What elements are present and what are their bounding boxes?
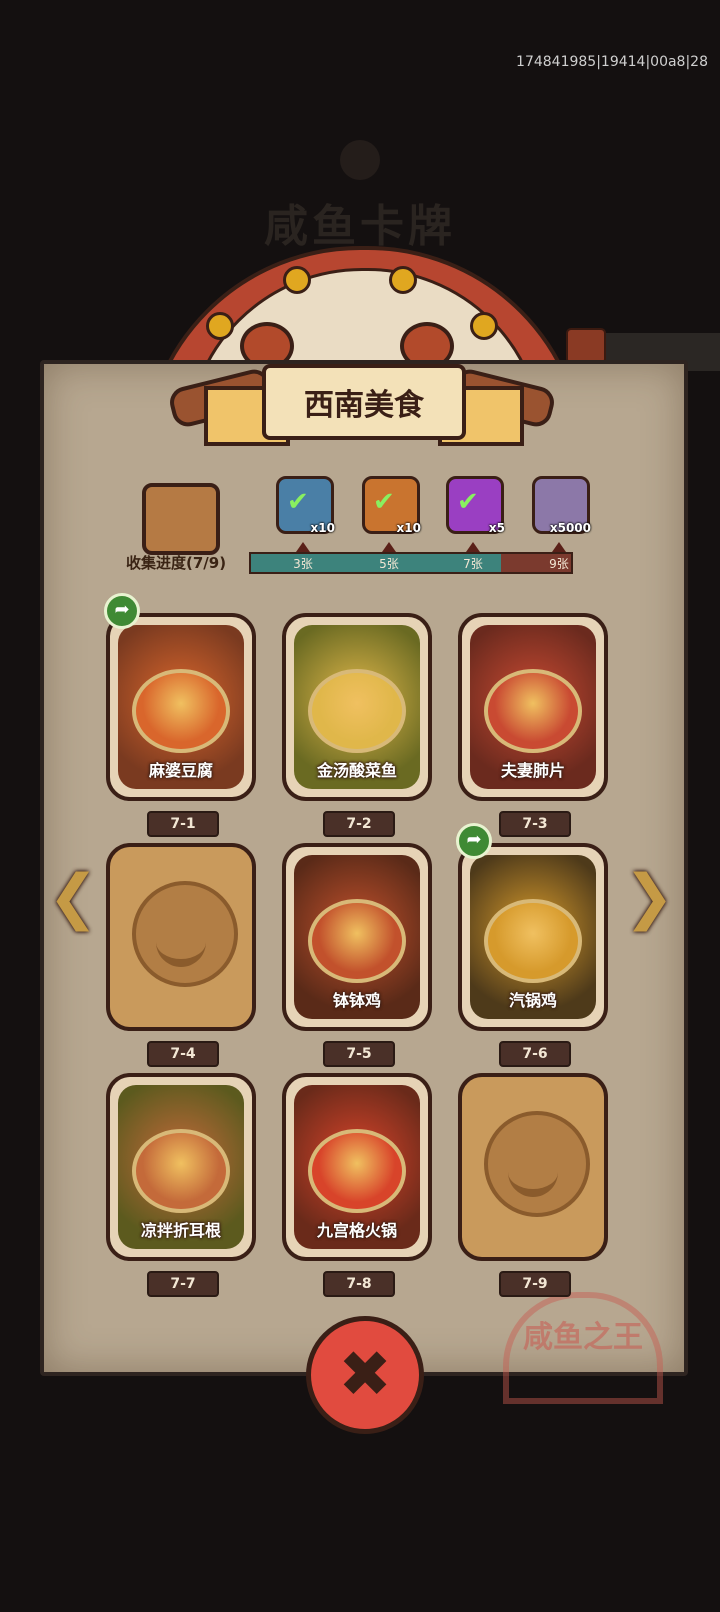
locked-card[interactable] bbox=[458, 1073, 608, 1261]
next-page-arrow[interactable]: ❯ bbox=[624, 862, 674, 932]
close-button[interactable]: ✖ bbox=[306, 1316, 424, 1434]
card-number: 7-6 bbox=[499, 1041, 571, 1067]
collection-book-icon bbox=[142, 483, 220, 555]
dish-name: 钵钵鸡 bbox=[332, 991, 381, 1010]
prev-page-arrow[interactable]: ❮ bbox=[48, 862, 98, 932]
stud-icon bbox=[283, 266, 311, 294]
food-card[interactable]: 汽锅鸡 bbox=[458, 843, 608, 1031]
milestone-label: 7张 bbox=[463, 557, 483, 571]
debug-id-text: 174841985|19414|00a8|28 bbox=[516, 54, 708, 70]
locked-card[interactable] bbox=[106, 843, 256, 1031]
stud-icon bbox=[470, 312, 498, 340]
dish-name: 汽锅鸡 bbox=[508, 991, 557, 1010]
reward-quantity: x5 bbox=[488, 521, 505, 535]
dish-bowl-icon bbox=[484, 669, 582, 753]
check-icon: ✔ bbox=[457, 487, 479, 517]
reward-crystal-icon[interactable]: x5000 bbox=[532, 476, 591, 535]
card-number: 7-7 bbox=[147, 1271, 219, 1297]
dish-name: 凉拌折耳根 bbox=[140, 1221, 221, 1240]
card-number: 7-8 bbox=[323, 1271, 395, 1297]
food-card[interactable]: 九宫格火锅 bbox=[282, 1073, 432, 1261]
food-card[interactable]: 夫妻肺片 bbox=[458, 613, 608, 801]
card-number: 7-1 bbox=[147, 811, 219, 837]
milestone-label: 9张 bbox=[549, 557, 569, 571]
food-card[interactable]: 凉拌折耳根 bbox=[106, 1073, 256, 1261]
reward-ticket-icon[interactable]: ✔ x10 bbox=[362, 476, 421, 535]
dish-bowl-icon bbox=[308, 899, 406, 983]
dish-name: 金汤酸菜鱼 bbox=[316, 761, 397, 780]
mascot-silhouette-icon bbox=[340, 140, 380, 180]
dish-bowl-icon bbox=[132, 1129, 230, 1213]
dish-bowl-icon bbox=[308, 1129, 406, 1213]
card-number: 7-3 bbox=[499, 811, 571, 837]
card-number: 7-5 bbox=[323, 1041, 395, 1067]
dish-name: 九宫格火锅 bbox=[316, 1221, 397, 1240]
collection-title: 西南美食 bbox=[262, 364, 466, 440]
chest-icon[interactable] bbox=[566, 328, 606, 364]
share-icon[interactable]: ➦ bbox=[456, 823, 492, 859]
milestone-label: 3张 bbox=[293, 557, 313, 571]
milestone-label: 5张 bbox=[379, 557, 399, 571]
card-number: 7-2 bbox=[323, 811, 395, 837]
milestone-marker bbox=[296, 542, 310, 552]
food-card[interactable]: 麻婆豆腐 bbox=[106, 613, 256, 801]
reward-orb-icon[interactable]: ✔ x5 bbox=[446, 476, 505, 535]
share-icon[interactable]: ➦ bbox=[104, 593, 140, 629]
collection-progress-label: 收集进度(7/9) bbox=[126, 554, 227, 572]
reward-chest-icon[interactable]: ✔ x10 bbox=[276, 476, 335, 535]
dish-bowl-icon bbox=[308, 669, 406, 753]
card-number: 7-9 bbox=[499, 1271, 571, 1297]
stud-icon bbox=[206, 312, 234, 340]
dish-bowl-icon bbox=[484, 899, 582, 983]
milestone-marker bbox=[382, 542, 396, 552]
milestone-marker bbox=[466, 542, 480, 552]
background-title: 咸鱼卡牌 bbox=[264, 201, 456, 252]
reward-quantity: x10 bbox=[310, 521, 335, 535]
food-card[interactable]: 金汤酸菜鱼 bbox=[282, 613, 432, 801]
dish-name: 麻婆豆腐 bbox=[148, 761, 213, 780]
stud-icon bbox=[389, 266, 417, 294]
dish-name: 夫妻肺片 bbox=[500, 761, 565, 780]
food-card[interactable]: 钵钵鸡 bbox=[282, 843, 432, 1031]
reward-quantity: x10 bbox=[396, 521, 421, 535]
dish-bowl-icon bbox=[132, 669, 230, 753]
card-number: 7-4 bbox=[147, 1041, 219, 1067]
milestone-marker bbox=[552, 542, 566, 552]
check-icon: ✔ bbox=[373, 487, 395, 517]
reward-quantity: x5000 bbox=[549, 521, 591, 535]
check-icon: ✔ bbox=[287, 487, 309, 517]
